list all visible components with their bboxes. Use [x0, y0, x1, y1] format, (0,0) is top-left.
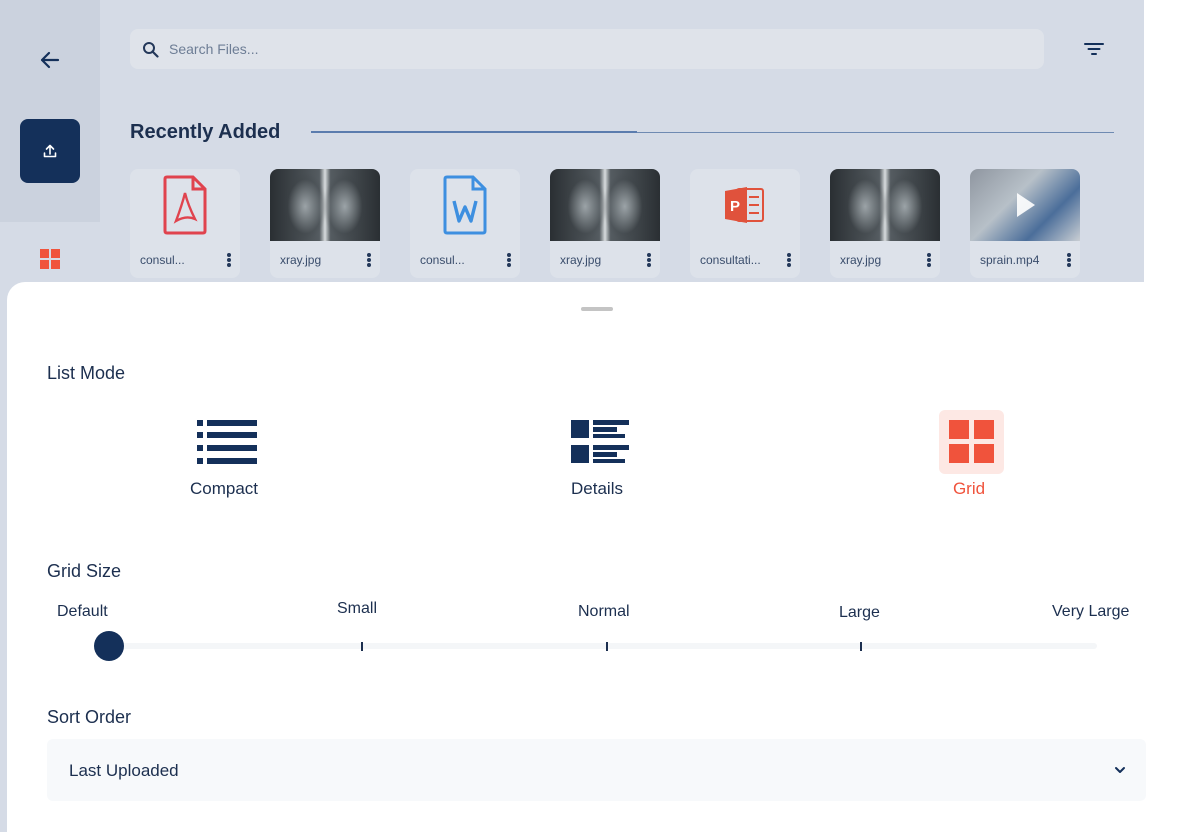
view-options-sheet: List Mode Compact Details Grid Grid Size…	[7, 282, 1187, 832]
file-card[interactable]: consul...	[410, 169, 520, 278]
pdf-file-icon	[163, 175, 207, 235]
play-icon	[1017, 193, 1035, 217]
sort-order-select[interactable]: Last Uploaded	[47, 739, 1146, 801]
arrow-left-icon	[40, 51, 60, 69]
mode-details-option[interactable]: Details	[537, 410, 657, 505]
filter-button[interactable]	[1080, 36, 1108, 62]
file-name: xray.jpg	[280, 253, 322, 267]
more-options-icon[interactable]	[924, 252, 934, 268]
file-thumbnail	[130, 169, 240, 241]
file-thumbnail	[970, 169, 1080, 241]
file-thumbnail	[830, 169, 940, 241]
upload-button[interactable]	[20, 119, 80, 183]
more-options-icon[interactable]	[1064, 252, 1074, 268]
file-thumbnail	[410, 169, 520, 241]
upload-icon	[43, 144, 57, 158]
search-bar[interactable]	[130, 29, 1044, 69]
file-name: xray.jpg	[840, 253, 882, 267]
mode-compact-option[interactable]: Compact	[164, 410, 284, 505]
more-options-icon[interactable]	[784, 252, 794, 268]
grid-size-slider-track[interactable]	[109, 643, 1097, 649]
file-name: xray.jpg	[560, 253, 602, 267]
xray-image	[550, 169, 660, 241]
grid-size-slider-thumb[interactable]	[94, 631, 124, 661]
sort-order-title: Sort Order	[47, 707, 132, 727]
grid-icon	[939, 410, 1004, 474]
file-card[interactable]: xray.jpg	[550, 169, 660, 278]
mode-label: Grid	[952, 479, 986, 498]
recently-added-title: Recently Added	[130, 121, 281, 143]
file-thumbnail	[550, 169, 660, 241]
compact-list-icon	[194, 410, 259, 474]
file-card[interactable]: P consultati...	[690, 169, 800, 278]
grid-size-title: Grid Size	[47, 561, 122, 581]
powerpoint-file-icon: P	[725, 187, 764, 223]
file-card[interactable]: xray.jpg	[270, 169, 380, 278]
search-input[interactable]	[169, 41, 1029, 57]
slider-tick	[361, 642, 363, 651]
sort-order-value: Last Uploaded	[69, 761, 179, 780]
more-options-icon[interactable]	[364, 252, 374, 268]
filter-icon	[1084, 43, 1104, 55]
more-options-icon[interactable]	[644, 252, 654, 268]
file-card[interactable]: xray.jpg	[830, 169, 940, 278]
mode-grid-option[interactable]: Grid	[909, 410, 1029, 505]
grid-size-default-label: Default	[57, 603, 108, 620]
more-options-icon[interactable]	[504, 252, 514, 268]
search-icon	[143, 41, 159, 58]
mode-label: Compact	[189, 479, 259, 498]
file-card[interactable]: sprain.mp4	[970, 169, 1080, 278]
left-rail	[0, 0, 100, 222]
file-card[interactable]: consul...	[130, 169, 240, 278]
file-name: consul...	[140, 253, 185, 267]
svg-text:P: P	[730, 198, 740, 215]
chevron-down-icon	[1115, 767, 1125, 773]
back-button[interactable]	[30, 40, 70, 80]
file-name: consul...	[420, 253, 465, 267]
details-list-icon	[567, 410, 632, 474]
grid-size-normal-label: Normal	[578, 603, 630, 620]
file-thumbnail: P	[690, 169, 800, 241]
more-options-icon[interactable]	[224, 252, 234, 268]
section-divider	[311, 131, 1114, 133]
grid-size-very-large-label: Very Large	[1052, 603, 1130, 620]
mode-label: Details	[571, 479, 623, 498]
grid-view-icon[interactable]	[40, 249, 60, 269]
grid-size-small-label: Small	[337, 600, 378, 617]
file-name: consultati...	[700, 253, 761, 267]
list-mode-title: List Mode	[47, 363, 126, 383]
xray-image	[270, 169, 380, 241]
word-file-icon	[443, 175, 487, 235]
file-name: sprain.mp4	[980, 253, 1040, 267]
file-thumbnail	[270, 169, 380, 241]
video-image	[970, 169, 1080, 241]
sheet-drag-handle[interactable]	[581, 307, 613, 311]
grid-size-large-label: Large	[839, 604, 880, 621]
slider-tick	[860, 642, 862, 651]
slider-tick	[606, 642, 608, 651]
xray-image	[830, 169, 940, 241]
